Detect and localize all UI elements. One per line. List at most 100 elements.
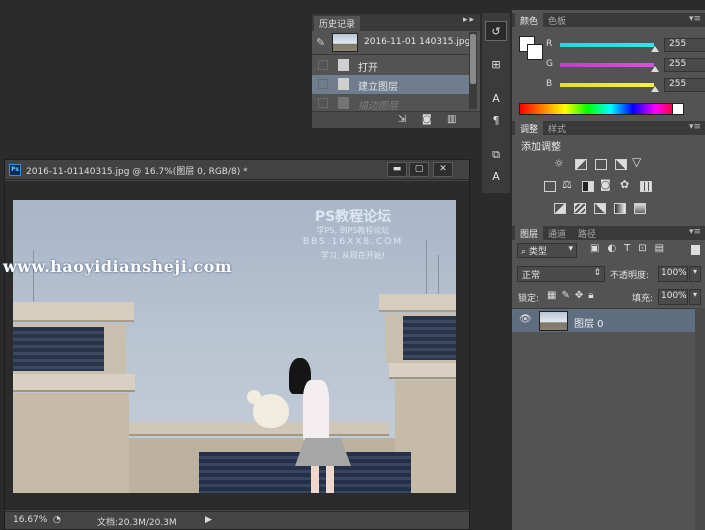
channel-value-field[interactable]: 255 [664, 78, 705, 92]
tab-adjustments[interactable]: 调整 [515, 121, 544, 135]
channel-label: B [546, 79, 553, 89]
threshold-icon[interactable] [594, 203, 606, 214]
hue-saturation-icon[interactable] [544, 181, 556, 192]
history-source-checkbox[interactable] [318, 98, 328, 108]
search-icon: ⌕ [521, 247, 529, 257]
trash-icon[interactable]: ▥ [447, 114, 456, 125]
layer-filter-select[interactable]: ⌕ 类型 ▾ [517, 243, 577, 258]
tab-channels[interactable]: 通道 [543, 226, 571, 240]
curves-icon[interactable] [595, 159, 607, 170]
channel-gradient[interactable] [560, 43, 654, 47]
color-balance-icon[interactable]: ⚖ [562, 178, 572, 191]
minimize-button[interactable]: ▬ [387, 162, 407, 177]
fill-field[interactable]: 100% [658, 289, 688, 305]
history-panel: 历史记录 ▸▸ ✎ 2016-11-01 140315.jpg 打开 建立图层 … [311, 13, 481, 129]
color-slider-r[interactable]: R 255 [546, 38, 705, 53]
clone-source-dock-icon[interactable]: ⧉ [485, 145, 507, 165]
new-document-from-state-icon[interactable]: ⇲ [398, 114, 406, 125]
tab-swatches[interactable]: 色板 [543, 13, 571, 27]
panel-menu-icon[interactable]: ▾≡ [689, 14, 701, 24]
levels-icon[interactable] [575, 159, 587, 170]
blend-mode-select[interactable]: 正常 ⇕ [517, 266, 605, 282]
color-spectrum-ramp[interactable] [519, 103, 679, 115]
opacity-dropdown[interactable]: ▾ [689, 266, 701, 282]
channel-value-field[interactable]: 255 [664, 58, 705, 72]
channel-label: G [546, 59, 553, 69]
photo-filter-icon[interactable]: ◙ [600, 178, 611, 191]
document-icon [338, 59, 349, 71]
history-snapshot[interactable]: ✎ 2016-11-01 140315.jpg [312, 31, 472, 55]
slider-knob[interactable] [651, 86, 659, 92]
canvas-photo[interactable]: PS教程论坛 学PS, 到PS教程论坛 BBS.16XX8.COM 学习, 从现… [13, 200, 456, 493]
black-white-icon[interactable] [582, 181, 594, 192]
brightness-contrast-icon[interactable]: ☼ [554, 157, 564, 170]
history-step-open[interactable]: 打开 [312, 56, 470, 75]
maximize-button[interactable]: ▢ [409, 162, 429, 177]
canvas-area[interactable]: PS教程论坛 学PS, 到PS教程论坛 BBS.16XX8.COM 学习, 从现… [5, 181, 469, 510]
filter-toggle-switch[interactable] [691, 245, 700, 255]
snapshot-thumbnail [332, 33, 358, 52]
status-info-icon[interactable]: ◔ [53, 515, 61, 525]
tab-styles[interactable]: 样式 [543, 121, 571, 135]
channel-gradient[interactable] [560, 83, 654, 87]
history-source-checkbox[interactable] [318, 79, 328, 89]
background-color-swatch[interactable] [527, 44, 543, 60]
character-dock-icon[interactable]: A [485, 89, 507, 109]
layer-filter-icons[interactable]: ▣◐T⊡▤ [590, 243, 672, 254]
vibrance-icon[interactable]: ▽ [632, 155, 641, 169]
channel-gradient[interactable] [560, 63, 654, 67]
layers-scrollbar[interactable] [695, 308, 705, 530]
panel-menu-icon[interactable]: ▾≡ [689, 227, 701, 237]
opacity-field[interactable]: 100% [658, 266, 688, 282]
history-step-label: 建立图层 [358, 82, 398, 93]
left-tower-cap [13, 302, 134, 322]
lock-icons[interactable]: ▦✎✥🔒︎ [547, 290, 599, 301]
lock-label: 锁定: [518, 294, 540, 304]
paragraph-dock-icon[interactable]: ¶ [485, 111, 507, 131]
history-dock-icon[interactable]: ↺ [485, 21, 507, 41]
layer-row[interactable]: 👁︎ 图层 0 [512, 308, 695, 332]
history-source-checkbox[interactable] [318, 60, 328, 70]
slider-knob[interactable] [651, 66, 659, 72]
invert-icon[interactable] [554, 203, 566, 214]
tab-paths[interactable]: 路径 [573, 226, 601, 240]
girl-leg [326, 466, 334, 493]
zoom-level[interactable]: 16.67% [13, 515, 47, 525]
color-tab-bar: 颜色 色板 ▾≡ [512, 13, 705, 27]
color-slider-b[interactable]: B 255 [546, 78, 705, 93]
slider-knob[interactable] [651, 46, 659, 52]
document-window: Ps 2016-11-01140315.jpg @ 16.7%(图层 0, RG… [4, 159, 470, 530]
status-menu-arrow-icon[interactable]: ▶ [205, 515, 212, 525]
posterize-icon[interactable] [574, 203, 586, 214]
exposure-icon[interactable] [615, 159, 627, 170]
history-step-new-layer[interactable]: 建立图层 [312, 75, 470, 94]
channel-value-field[interactable]: 255 [664, 38, 705, 52]
properties-dock-icon[interactable]: ⊞ [485, 55, 507, 75]
channel-mixer-icon[interactable]: ✿ [620, 178, 629, 191]
camera-icon[interactable]: ◙ [422, 114, 432, 125]
document-statusbar: 16.67% ◔ 文档:20.3M/20.3M ▶ [5, 511, 469, 529]
history-tab[interactable]: 历史记录 [314, 16, 361, 31]
fill-dropdown[interactable]: ▾ [689, 289, 701, 305]
color-lookup-icon[interactable] [640, 181, 652, 192]
panel-menu-icon[interactable]: ▾≡ [689, 122, 701, 132]
tab-layers[interactable]: 图层 [515, 226, 544, 240]
adjust-heading: 添加调整 [521, 142, 561, 153]
watermark-title: PS教程论坛 [314, 209, 392, 225]
color-slider-g[interactable]: G 255 [546, 58, 705, 73]
url-watermark: www.haoyidiansheji.com [3, 257, 233, 276]
gradient-map-icon[interactable] [614, 203, 626, 214]
scroll-thumb[interactable] [470, 34, 476, 84]
watermark-line: BBS.16XX8.COM [302, 237, 404, 247]
left-tower-vent [13, 327, 104, 371]
character-style-dock-icon[interactable]: A [485, 167, 507, 187]
spectrum-white-chip[interactable] [672, 103, 684, 115]
history-scrollbar[interactable] [469, 32, 477, 109]
eye-icon[interactable]: 👁︎ [519, 314, 532, 325]
tab-color[interactable]: 颜色 [515, 13, 544, 27]
selective-color-icon[interactable] [634, 203, 646, 214]
document-titlebar[interactable]: Ps 2016-11-01140315.jpg @ 16.7%(图层 0, RG… [5, 160, 469, 180]
panel-collapse-icon[interactable]: ▸▸ [463, 15, 476, 25]
close-button[interactable]: ✕ [433, 162, 453, 177]
left-tower-base [13, 393, 129, 493]
